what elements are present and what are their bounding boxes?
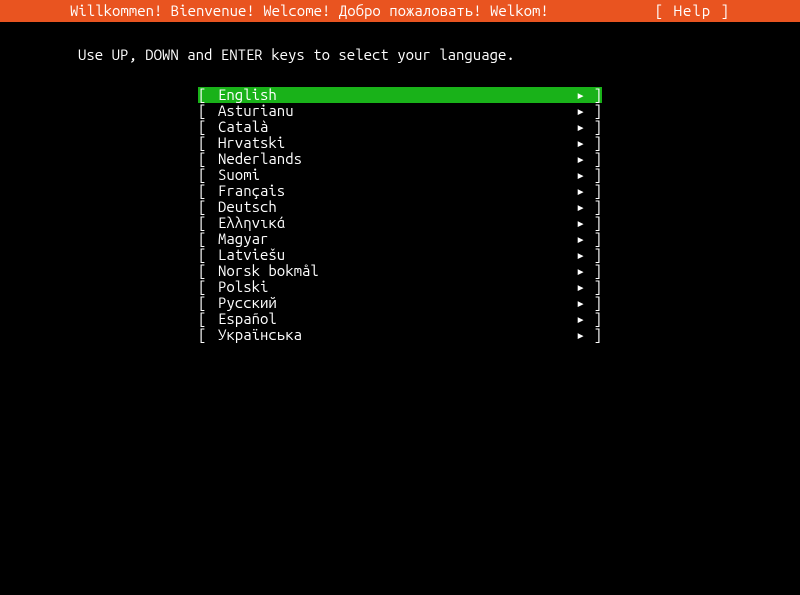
submenu-arrow-icon: ▸ ] (572, 231, 602, 247)
instruction-text: Use UP, DOWN and ENTER keys to select yo… (78, 46, 800, 63)
language-label: Norsk bokmål (218, 263, 572, 279)
submenu-arrow-icon: ▸ ] (572, 311, 602, 327)
language-option[interactable]: [ Русский▸ ] (198, 295, 602, 311)
submenu-arrow-icon: ▸ ] (572, 279, 602, 295)
left-bracket: [ (198, 295, 218, 311)
language-option[interactable]: [ Magyar▸ ] (198, 231, 602, 247)
language-label: Русский (218, 295, 572, 311)
language-label: Latviešu (218, 247, 572, 263)
submenu-arrow-icon: ▸ ] (572, 247, 602, 263)
language-label: Asturianu (218, 103, 572, 119)
language-option[interactable]: [ Українська▸ ] (198, 327, 602, 343)
language-option[interactable]: [ Suomi▸ ] (198, 167, 602, 183)
left-bracket: [ (198, 103, 218, 119)
submenu-arrow-icon: ▸ ] (572, 295, 602, 311)
language-option[interactable]: [ Nederlands▸ ] (198, 151, 602, 167)
left-bracket: [ (198, 311, 218, 327)
submenu-arrow-icon: ▸ ] (572, 151, 602, 167)
language-option[interactable]: [ Français▸ ] (198, 183, 602, 199)
left-bracket: [ (198, 87, 218, 103)
language-option[interactable]: [ Norsk bokmål▸ ] (198, 263, 602, 279)
help-button[interactable]: [ Help ] (655, 0, 790, 22)
language-label: Español (218, 311, 572, 327)
left-bracket: [ (198, 119, 218, 135)
left-bracket: [ (198, 215, 218, 231)
left-bracket: [ (198, 327, 218, 343)
left-bracket: [ (198, 183, 218, 199)
language-label: Suomi (218, 167, 572, 183)
language-option[interactable]: [ Español▸ ] (198, 311, 602, 327)
language-option[interactable]: [ Hrvatski▸ ] (198, 135, 602, 151)
installer-header-bar: Willkommen! Bienvenue! Welcome! Добро по… (0, 0, 800, 22)
submenu-arrow-icon: ▸ ] (572, 199, 602, 215)
submenu-arrow-icon: ▸ ] (572, 167, 602, 183)
submenu-arrow-icon: ▸ ] (572, 215, 602, 231)
language-option[interactable]: [ Polski▸ ] (198, 279, 602, 295)
language-label: Ελληνικά (218, 215, 572, 231)
language-label: Català (218, 119, 572, 135)
language-label: Nederlands (218, 151, 572, 167)
submenu-arrow-icon: ▸ ] (572, 119, 602, 135)
language-option[interactable]: [ Ελληνικά▸ ] (198, 215, 602, 231)
left-bracket: [ (198, 151, 218, 167)
language-list[interactable]: [ English▸ ][ Asturianu▸ ][ Català▸ ][ H… (198, 87, 602, 343)
left-bracket: [ (198, 247, 218, 263)
language-label: Polski (218, 279, 572, 295)
language-label: Deutsch (218, 199, 572, 215)
left-bracket: [ (198, 263, 218, 279)
submenu-arrow-icon: ▸ ] (572, 183, 602, 199)
left-bracket: [ (198, 135, 218, 151)
language-option[interactable]: [ Deutsch▸ ] (198, 199, 602, 215)
submenu-arrow-icon: ▸ ] (572, 135, 602, 151)
language-label: Hrvatski (218, 135, 572, 151)
language-label: English (218, 87, 572, 103)
left-bracket: [ (198, 231, 218, 247)
language-label: Magyar (218, 231, 572, 247)
submenu-arrow-icon: ▸ ] (572, 87, 602, 103)
submenu-arrow-icon: ▸ ] (572, 327, 602, 343)
header-title: Willkommen! Bienvenue! Welcome! Добро по… (10, 0, 549, 22)
language-option[interactable]: [ Latviešu▸ ] (198, 247, 602, 263)
submenu-arrow-icon: ▸ ] (572, 263, 602, 279)
language-option[interactable]: [ Català▸ ] (198, 119, 602, 135)
language-label: Українська (218, 327, 572, 343)
submenu-arrow-icon: ▸ ] (572, 103, 602, 119)
left-bracket: [ (198, 279, 218, 295)
left-bracket: [ (198, 167, 218, 183)
language-option[interactable]: [ English▸ ] (198, 87, 602, 103)
left-bracket: [ (198, 199, 218, 215)
language-option[interactable]: [ Asturianu▸ ] (198, 103, 602, 119)
language-label: Français (218, 183, 572, 199)
